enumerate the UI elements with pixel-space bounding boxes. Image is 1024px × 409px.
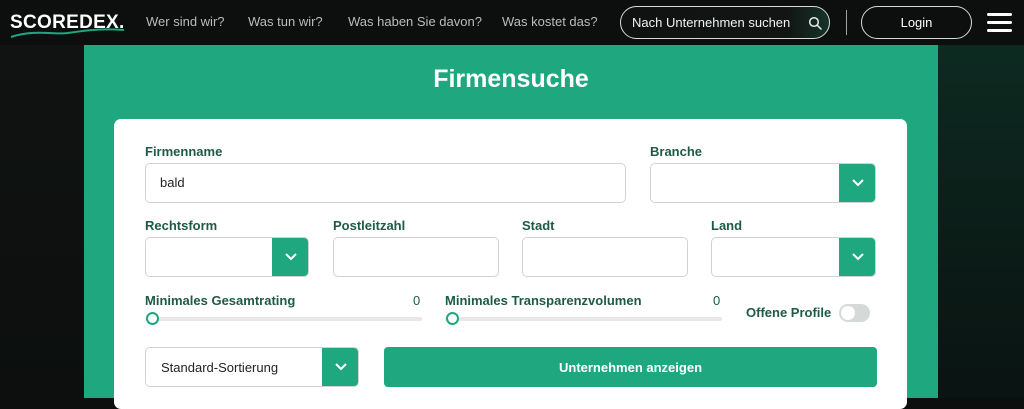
unternehmen-anzeigen-button[interactable]: Unternehmen anzeigen: [384, 347, 877, 387]
toggle-knob: [841, 306, 855, 320]
sortierung-dropdown-button[interactable]: [322, 348, 358, 386]
min-transparenzvolumen-track[interactable]: [445, 317, 722, 321]
land-label: Land: [711, 218, 743, 233]
nav-was-haben-sie-davon[interactable]: Was haben Sie davon?: [348, 14, 482, 29]
search-icon[interactable]: [808, 16, 822, 30]
company-search-input[interactable]: [632, 15, 797, 30]
nav-wer-sind-wir[interactable]: Wer sind wir?: [146, 14, 225, 29]
site-header: SCOREDEX. Wer sind wir? Was tun wir? Was…: [0, 0, 1024, 45]
land-dropdown-button[interactable]: [839, 238, 875, 276]
stadt-label: Stadt: [522, 218, 555, 233]
chevron-down-icon: [334, 363, 347, 371]
menu-icon[interactable]: [987, 13, 1012, 32]
sortierung-select[interactable]: Standard-Sortierung: [145, 347, 359, 387]
postleitzahl-input[interactable]: [348, 249, 484, 264]
rechtsform-label: Rechtsform: [145, 218, 218, 233]
logo[interactable]: SCOREDEX.: [10, 9, 125, 38]
search-form-card: Firmenname Branche Rechtsform Postleitza…: [114, 119, 907, 409]
postleitzahl-field: [333, 237, 499, 277]
logo-swoosh-icon: [10, 28, 125, 38]
min-transparenzvolumen-slider-thumb[interactable]: [446, 312, 459, 325]
rechtsform-select[interactable]: [145, 237, 309, 277]
search-panel: Firmensuche Firmenname Branche Rechtsfor…: [84, 45, 938, 409]
chevron-down-icon: [284, 253, 297, 261]
offene-profile-label: Offene Profile: [746, 305, 832, 320]
background-right: [938, 45, 1024, 398]
page-title: Firmensuche: [433, 65, 589, 93]
min-gesamtrating-track[interactable]: [145, 317, 422, 321]
min-gesamtrating-slider-thumb[interactable]: [146, 312, 159, 325]
min-transparenzvolumen-value: 0: [713, 293, 721, 308]
sortierung-value: Standard-Sortierung: [161, 360, 279, 375]
postleitzahl-label: Postleitzahl: [333, 218, 406, 233]
stadt-field: [522, 237, 688, 277]
chevron-down-icon: [851, 179, 864, 187]
firmenname-input[interactable]: [160, 175, 611, 190]
min-transparenzvolumen-label: Minimales Transparenzvolumen: [445, 293, 642, 308]
stadt-input[interactable]: [537, 249, 673, 264]
branche-label: Branche: [650, 144, 703, 159]
branche-dropdown-button[interactable]: [839, 164, 875, 202]
header-divider: [846, 10, 847, 35]
firmenname-label: Firmenname: [145, 144, 223, 159]
min-gesamtrating-label: Minimales Gesamtrating: [145, 293, 296, 308]
company-search-box: [620, 6, 830, 39]
branche-select[interactable]: [650, 163, 876, 203]
background-left: [0, 45, 84, 398]
nav-was-tun-wir[interactable]: Was tun wir?: [248, 14, 323, 29]
rechtsform-dropdown-button[interactable]: [272, 238, 308, 276]
firmenname-field: [145, 163, 626, 203]
min-gesamtrating-value: 0: [413, 293, 421, 308]
login-button[interactable]: Login: [861, 6, 972, 39]
chevron-down-icon: [851, 253, 864, 261]
offene-profile-toggle[interactable]: [839, 304, 870, 322]
land-select[interactable]: [711, 237, 876, 277]
nav-was-kostet-das[interactable]: Was kostet das?: [502, 14, 598, 29]
